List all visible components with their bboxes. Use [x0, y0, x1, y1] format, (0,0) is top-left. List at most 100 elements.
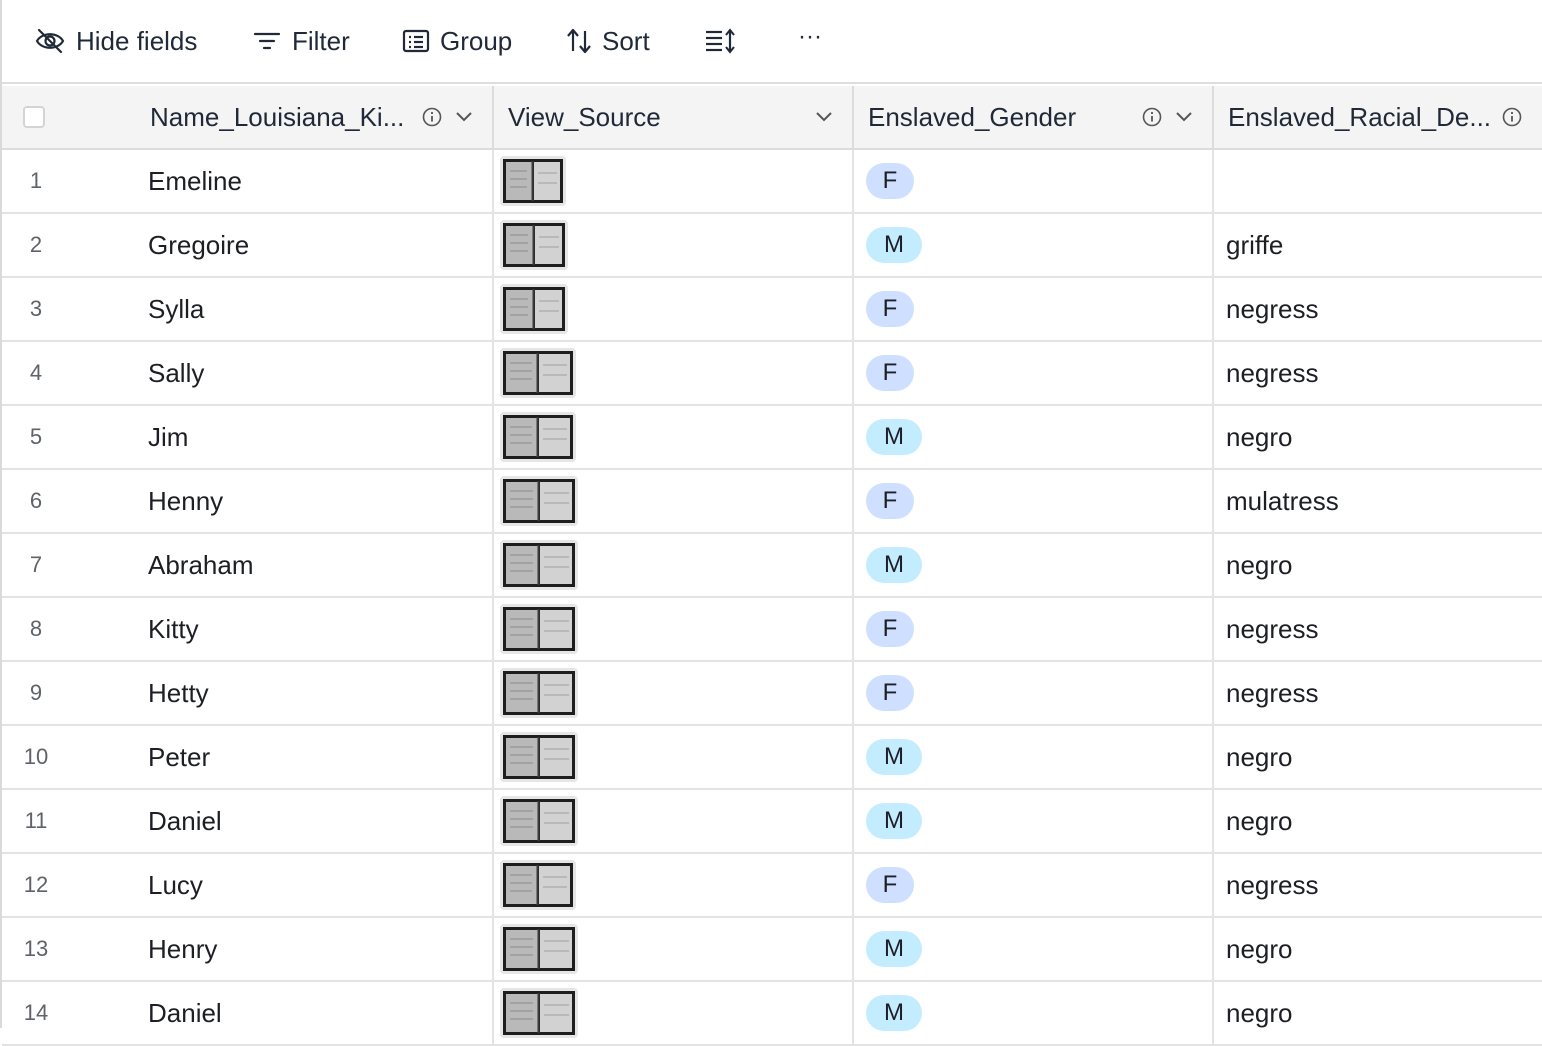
table-row[interactable]: 3 Sylla F negress [2, 278, 1542, 342]
racial-designation-cell[interactable]: negress [1226, 854, 1319, 916]
name-cell[interactable]: Jim [148, 406, 188, 468]
gender-pill[interactable]: F [866, 675, 914, 711]
name-cell[interactable]: Daniel [148, 790, 222, 852]
table-row[interactable]: 6 Henny F mulatress [2, 470, 1542, 534]
document-scan-image [503, 863, 573, 907]
racial-designation-cell[interactable]: negro [1226, 790, 1293, 852]
name-cell[interactable]: Hetty [148, 662, 209, 724]
source-thumbnail[interactable] [500, 668, 578, 718]
name-cell[interactable]: Kitty [148, 598, 199, 660]
table-row[interactable]: 8 Kitty F negress [2, 598, 1542, 662]
source-thumbnail[interactable] [500, 348, 576, 398]
cell-divider [492, 790, 494, 852]
table-row[interactable]: 4 Sally F negress [2, 342, 1542, 406]
racial-designation-cell[interactable]: negress [1226, 278, 1319, 340]
chevron-down-icon[interactable] [1174, 110, 1194, 124]
source-thumbnail[interactable] [500, 220, 568, 270]
gender-pill[interactable]: M [866, 227, 922, 263]
filter-button[interactable]: Filter [252, 20, 350, 62]
gender-pill[interactable]: M [866, 739, 922, 775]
column-divider[interactable] [1212, 86, 1214, 148]
name-cell[interactable]: Henry [148, 918, 217, 980]
racial-designation-cell[interactable]: negress [1226, 662, 1319, 724]
row-height-button[interactable] [704, 20, 736, 62]
info-icon[interactable] [1142, 107, 1162, 127]
hide-fields-button[interactable]: Hide fields [34, 20, 197, 62]
name-cell[interactable]: Henny [148, 470, 223, 532]
name-cell[interactable]: Emeline [148, 150, 242, 212]
racial-designation-cell[interactable]: negro [1226, 406, 1293, 468]
gender-pill[interactable]: M [866, 419, 922, 455]
source-thumbnail[interactable] [500, 732, 578, 782]
table-row[interactable]: 11 Daniel M negro [2, 790, 1542, 854]
source-thumbnail[interactable] [500, 156, 566, 206]
source-thumbnail[interactable] [500, 476, 578, 526]
source-thumbnail[interactable] [500, 604, 578, 654]
racial-designation-cell[interactable]: negro [1226, 982, 1293, 1044]
source-thumbnail[interactable] [500, 860, 576, 910]
gender-pill[interactable]: F [866, 483, 914, 519]
column-divider[interactable] [852, 86, 854, 148]
group-button[interactable]: Group [402, 20, 512, 62]
table-row[interactable]: 5 Jim M negro [2, 406, 1542, 470]
racial-designation-cell[interactable]: negress [1226, 598, 1319, 660]
table-row[interactable]: 7 Abraham M negro [2, 534, 1542, 598]
table-row[interactable]: 14 Daniel M negro [2, 982, 1542, 1046]
name-cell[interactable]: Sally [148, 342, 204, 404]
racial-designation-cell[interactable]: negro [1226, 534, 1293, 596]
source-thumbnail[interactable] [500, 540, 578, 590]
gender-pill[interactable]: F [866, 355, 914, 391]
gender-pill[interactable]: M [866, 995, 922, 1031]
info-icon[interactable] [1502, 107, 1522, 127]
cell-divider [492, 982, 494, 1044]
column-divider[interactable] [492, 86, 494, 148]
column-header-name[interactable]: Name_Louisiana_Ki... [150, 86, 404, 148]
source-thumbnail[interactable] [500, 412, 576, 462]
name-cell[interactable]: Lucy [148, 854, 203, 916]
source-thumbnail[interactable] [500, 988, 578, 1038]
column-header-view-source[interactable]: View_Source [508, 86, 661, 148]
source-thumbnail[interactable] [500, 924, 578, 974]
gender-pill[interactable]: M [866, 803, 922, 839]
racial-designation-cell[interactable]: negro [1226, 726, 1293, 788]
table-row[interactable]: 12 Lucy F negress [2, 854, 1542, 918]
racial-designation-cell[interactable]: negress [1226, 342, 1319, 404]
table-row[interactable]: 10 Peter M negro [2, 726, 1542, 790]
racial-designation-cell[interactable]: mulatress [1226, 470, 1339, 532]
name-cell[interactable]: Gregoire [148, 214, 249, 276]
column-header-enslaved-gender[interactable]: Enslaved_Gender [868, 86, 1076, 148]
column-header-enslaved-racial[interactable]: Enslaved_Racial_De... [1228, 86, 1491, 148]
gender-pill[interactable]: F [866, 163, 914, 199]
name-cell[interactable]: Peter [148, 726, 210, 788]
source-thumbnail[interactable] [500, 796, 578, 846]
table-row[interactable]: 9 Hetty F negress [2, 662, 1542, 726]
name-cell[interactable]: Daniel [148, 982, 222, 1044]
table-row[interactable]: 13 Henry M negro [2, 918, 1542, 982]
gender-pill[interactable]: M [866, 931, 922, 967]
gender-pill[interactable]: F [866, 291, 914, 327]
info-icon[interactable] [422, 107, 442, 127]
table-row[interactable]: 1 Emeline F [2, 150, 1542, 214]
name-cell[interactable]: Abraham [148, 534, 254, 596]
eye-slash-icon [35, 28, 65, 54]
select-all-checkbox[interactable] [23, 106, 45, 128]
gender-pill[interactable]: F [866, 867, 914, 903]
sort-button[interactable]: Sort [566, 20, 650, 62]
row-number: 4 [29, 360, 43, 385]
chevron-down-icon[interactable] [814, 110, 834, 124]
source-thumbnail[interactable] [500, 284, 568, 334]
table-row[interactable]: 2 Gregoire M griffe [2, 214, 1542, 278]
cell-divider [1212, 726, 1214, 788]
gender-pill[interactable]: F [866, 611, 914, 647]
cell-divider [492, 662, 494, 724]
gender-pill[interactable]: M [866, 547, 922, 583]
more-options-button[interactable]: ··· [798, 16, 822, 58]
cell-divider [492, 534, 494, 596]
cell-divider [492, 150, 494, 212]
name-cell[interactable]: Sylla [148, 278, 204, 340]
cell-divider [852, 150, 854, 212]
chevron-down-icon[interactable] [454, 110, 474, 124]
racial-designation-cell[interactable]: griffe [1226, 214, 1283, 276]
cell-divider [852, 342, 854, 404]
racial-designation-cell[interactable]: negro [1226, 918, 1293, 980]
